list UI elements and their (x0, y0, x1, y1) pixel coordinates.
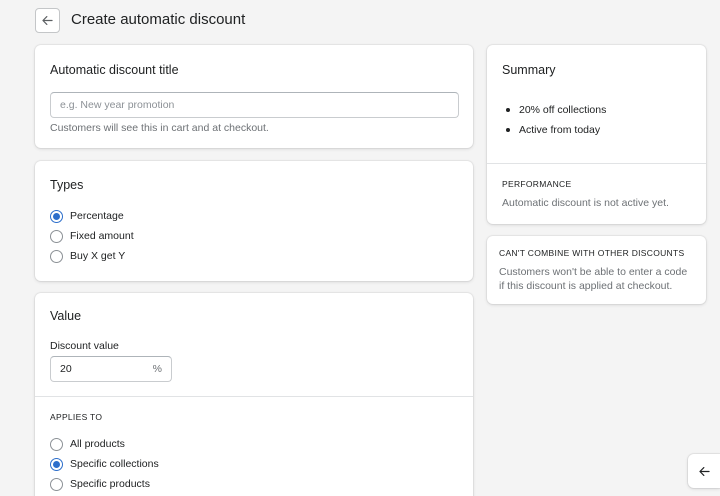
discount-value-label: Discount value (50, 340, 119, 352)
radio-percentage[interactable]: Percentage (50, 206, 134, 226)
types-card: Types Percentage Fixed amount Buy X get … (35, 161, 473, 281)
summary-list: 20% off collections Active from today (502, 100, 606, 140)
combine-card: CAN'T COMBINE WITH OTHER DISCOUNTS Custo… (487, 236, 706, 304)
combine-label: CAN'T COMBINE WITH OTHER DISCOUNTS (499, 248, 685, 258)
summary-card: Summary 20% off collections Active from … (487, 45, 706, 224)
radio-button[interactable] (50, 477, 63, 491)
divider (487, 163, 706, 164)
radio-buy-x-get-y[interactable]: Buy X get Y (50, 246, 134, 266)
radio-button[interactable] (50, 229, 63, 243)
page-title: Create automatic discount (71, 11, 246, 28)
radio-label: Specific products (70, 478, 150, 490)
radio-specific-products[interactable]: Specific products (50, 474, 159, 494)
divider (35, 396, 473, 397)
radio-label: Fixed amount (70, 230, 134, 242)
radio-all-products[interactable]: All products (50, 434, 159, 454)
performance-label: PERFORMANCE (502, 179, 572, 189)
list-item: 20% off collections (502, 100, 606, 120)
radio-button[interactable] (50, 249, 63, 263)
input-placeholder: e.g. New year promotion (60, 99, 175, 111)
radio-button[interactable] (50, 209, 63, 223)
radio-button[interactable] (50, 457, 63, 471)
radio-label: Percentage (70, 210, 124, 222)
radio-button[interactable] (50, 437, 63, 451)
card-title: Value (50, 309, 82, 323)
discount-value-text: 20 (60, 363, 72, 375)
discount-value-input[interactable]: 20 % (50, 356, 172, 382)
card-title: Types (50, 178, 84, 192)
radio-label: Specific collections (70, 458, 159, 470)
radio-specific-collections[interactable]: Specific collections (50, 454, 159, 474)
card-title: Summary (502, 63, 556, 77)
combine-text-line-1: Customers won't be able to enter a code (499, 266, 688, 278)
back-button[interactable] (35, 8, 60, 33)
performance-text: Automatic discount is not active yet. (502, 197, 669, 209)
discount-title-input[interactable]: e.g. New year promotion (50, 92, 459, 118)
combine-text-line-2: if this discount is applied at checkout. (499, 280, 673, 292)
bullet-icon (506, 108, 510, 112)
radio-label: Buy X get Y (70, 250, 126, 262)
radio-label: All products (70, 438, 125, 450)
card-title: Automatic discount title (50, 63, 179, 77)
list-item: Active from today (502, 120, 606, 140)
arrow-left-icon (42, 16, 53, 25)
floating-back-button[interactable] (688, 454, 720, 488)
applies-to-label: APPLIES TO (50, 412, 103, 422)
bullet-icon (506, 128, 510, 132)
discount-title-card: Automatic discount title e.g. New year p… (35, 45, 473, 148)
help-text: Customers will see this in cart and at c… (50, 122, 269, 134)
percent-suffix: % (152, 363, 162, 375)
arrow-left-icon (698, 466, 710, 476)
radio-fixed-amount[interactable]: Fixed amount (50, 226, 134, 246)
value-card: Value Discount value 20 % APPLIES TO All… (35, 293, 473, 496)
